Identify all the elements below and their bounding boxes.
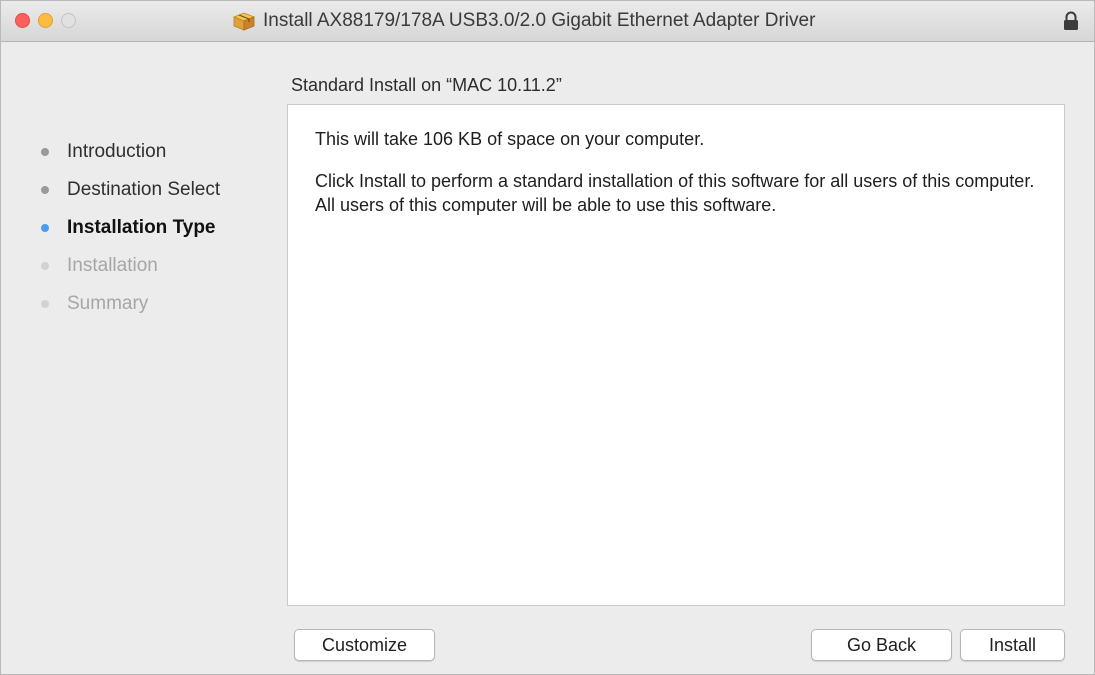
close-window-button[interactable]: [15, 13, 30, 28]
step-bullet-icon: [41, 300, 49, 308]
step-label: Destination Select: [67, 179, 221, 200]
step-introduction: Introduction: [39, 137, 220, 175]
installer-window: Install AX88179/178A USB3.0/2.0 Gigabit …: [0, 0, 1095, 675]
step-bullet-icon: [41, 262, 49, 270]
window-title: Install AX88179/178A USB3.0/2.0 Gigabit …: [263, 10, 816, 31]
step-summary: Summary: [39, 289, 220, 327]
package-icon: [232, 12, 256, 31]
step-label: Summary: [67, 293, 149, 314]
content-text: This will take 106 KB of space on your c…: [315, 127, 1050, 235]
customize-button[interactable]: Customize: [294, 629, 435, 661]
title-bar[interactable]: Install AX88179/178A USB3.0/2.0 Gigabit …: [1, 1, 1094, 42]
content-panel: This will take 106 KB of space on your c…: [287, 104, 1065, 606]
space-required-text: This will take 106 KB of space on your c…: [315, 129, 705, 149]
step-installation-type: Installation Type: [39, 213, 220, 251]
zoom-window-button[interactable]: [61, 13, 76, 28]
install-location-heading: Standard Install on “MAC 10.11.2”: [291, 75, 562, 95]
step-label: Introduction: [67, 141, 167, 162]
step-destination-select: Destination Select: [39, 175, 220, 213]
install-description-text: Click Install to perform a standard inst…: [315, 171, 1035, 215]
window-title-group: Install AX88179/178A USB3.0/2.0 Gigabit …: [231, 1, 815, 41]
step-installation: Installation: [39, 251, 220, 289]
minimize-window-button[interactable]: [38, 13, 53, 28]
lock-icon: [1064, 11, 1078, 30]
install-button[interactable]: Install: [960, 629, 1065, 661]
step-bullet-icon: [41, 148, 49, 156]
step-bullet-icon: [41, 186, 49, 194]
step-label: Installation Type: [67, 217, 216, 238]
step-label: Installation: [67, 255, 158, 276]
current-step-bullet-icon: [41, 224, 49, 232]
go-back-button[interactable]: Go Back: [811, 629, 952, 661]
installer-steps-sidebar: Introduction Destination Select Installa…: [39, 137, 220, 327]
